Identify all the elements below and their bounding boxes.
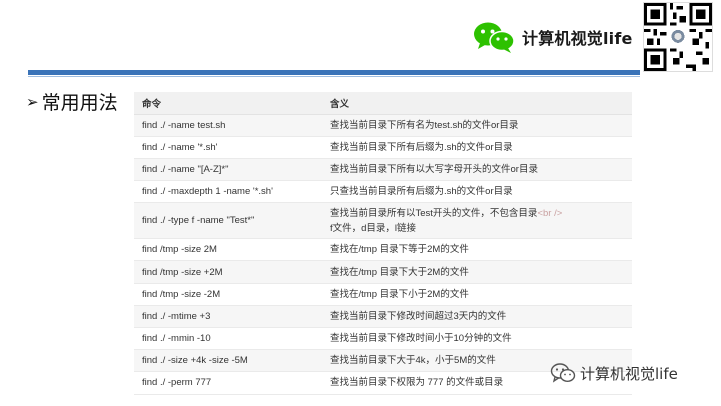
table-row: find ./ -name '*.sh' 查找当前目录下所有后缀为.sh的文件o… xyxy=(134,136,632,159)
meaning-cell: 查找当前目录下修改时间小于10分钟的文件 xyxy=(322,327,632,351)
column-header-command: 命令 xyxy=(134,92,322,115)
table-header-row: 命令 含义 xyxy=(134,92,632,115)
meaning-cell: 查找在/tmp 目录下大于2M的文件 xyxy=(322,260,632,284)
wechat-logo-icon xyxy=(472,20,516,54)
table-row: find /tmp -size +2M 查找在/tmp 目录下大于2M的文件 xyxy=(134,260,632,284)
meaning-cell: 查找当前目录下所有以大写字母开头的文件or目录 xyxy=(322,158,632,182)
watermark-text: 计算机视觉life xyxy=(580,364,678,383)
section-title: ➢ 常用用法 xyxy=(26,88,118,115)
table-row: find /tmp -size 2M 查找在/tmp 目录下等于2M的文件 xyxy=(134,238,632,262)
qr-code-icon xyxy=(643,2,713,72)
literal-br-tag: <br /> xyxy=(537,207,563,219)
table-row: find ./ -mmin -10 查找当前目录下修改时间小于10分钟的文件 xyxy=(134,327,632,351)
meaning-cell: 只查找当前目录所有后缀为.sh的文件or目录 xyxy=(322,180,632,204)
meaning-text: 查找当前目录所有以Test开头的文件，不包含目录 xyxy=(330,207,538,219)
meaning-cell: 查找在/tmp 目录下小于2M的文件 xyxy=(322,283,632,306)
command-table: 命令 含义 find ./ -name test.sh 查找当前目录下所有名为t… xyxy=(134,92,632,395)
meaning-cell: 查找当前目录所有以Test开头的文件，不包含目录<br /> f文件，d目录，l… xyxy=(322,202,632,240)
brand: 计算机视觉life xyxy=(472,18,633,56)
column-header-meaning: 含义 xyxy=(322,92,632,115)
meaning-cell: 查找当前目录下所有名为test.sh的文件or目录 xyxy=(322,114,632,137)
command-cell: find /tmp -size -2M xyxy=(134,283,322,306)
section-title-text: 常用用法 xyxy=(41,92,118,114)
meaning-text-line2: f文件，d目录，l链接 xyxy=(330,222,417,234)
table-row: find ./ -name "[A-Z]*" 查找当前目录下所有以大写字母开头的… xyxy=(134,158,632,182)
command-cell: find /tmp -size +2M xyxy=(134,260,322,284)
brand-name: 计算机视觉life xyxy=(522,29,633,48)
meaning-cell: 查找当前目录下修改时间超过3天内的文件 xyxy=(322,305,632,329)
watermark: 计算机视觉life xyxy=(550,362,678,384)
wechat-icon xyxy=(550,362,576,384)
header-divider xyxy=(28,76,640,77)
table-row: find /tmp -size -2M 查找在/tmp 目录下小于2M的文件 xyxy=(134,283,632,306)
table-row: find ./ -name test.sh 查找当前目录下所有名为test.sh… xyxy=(134,114,632,137)
command-cell: find ./ -name "[A-Z]*" xyxy=(134,158,322,182)
command-cell: find ./ -maxdepth 1 -name '*.sh' xyxy=(134,180,322,204)
command-cell: find /tmp -size 2M xyxy=(134,238,322,262)
arrow-bullet-icon: ➢ xyxy=(26,92,39,111)
slide-header: 计算机视觉life xyxy=(0,0,721,80)
command-cell: find ./ -type f -name "Test*" xyxy=(134,202,322,240)
command-cell: find ./ -mmin -10 xyxy=(134,327,322,351)
command-cell: find ./ -mtime +3 xyxy=(134,305,322,329)
header-accent-bar xyxy=(28,70,640,75)
table-row: find ./ -type f -name "Test*" 查找当前目录所有以T… xyxy=(134,202,632,240)
table-row: find ./ -mtime +3 查找当前目录下修改时间超过3天内的文件 xyxy=(134,305,632,329)
command-cell: find ./ -name test.sh xyxy=(134,114,322,137)
command-cell: find ./ -name '*.sh' xyxy=(134,136,322,159)
command-cell: find ./ -perm 777 xyxy=(134,371,322,395)
meaning-cell: 查找当前目录下所有后缀为.sh的文件or目录 xyxy=(322,136,632,159)
meaning-cell: 查找在/tmp 目录下等于2M的文件 xyxy=(322,238,632,262)
command-cell: find ./ -size +4k -size -5M xyxy=(134,349,322,373)
table-row: find ./ -maxdepth 1 -name '*.sh' 只查找当前目录… xyxy=(134,180,632,204)
